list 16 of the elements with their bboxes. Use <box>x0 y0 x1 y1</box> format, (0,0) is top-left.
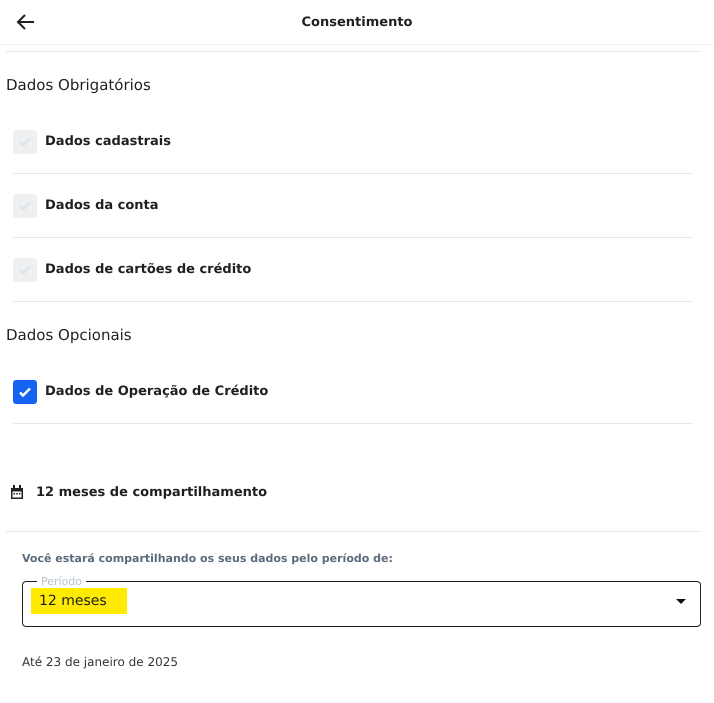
section-title: Dados Opcionais <box>6 326 133 346</box>
calendar-icon <box>10 485 24 500</box>
period-select[interactable]: Período 12 meses <box>22 575 701 627</box>
checkbox-label: Dados da conta <box>45 198 159 213</box>
period-prompt: Você estará compartilhando os seus dados pelo período de: <box>22 552 394 565</box>
checkbox-label: Dados cadastrais <box>45 134 171 149</box>
checkbox-label: Dados de Operação de Crédito <box>45 384 268 399</box>
selected-value: 12 meses <box>31 588 127 614</box>
page-title: Consentimento <box>302 14 412 30</box>
back-button[interactable] <box>16 12 36 32</box>
checkbox[interactable] <box>13 380 37 404</box>
caret-icon <box>676 598 686 604</box>
period-summary: 12 meses de compartilhamento <box>36 485 268 500</box>
section-title: Dados Obrigatórios <box>6 76 152 96</box>
checkbox-label: Dados de cartões de crédito <box>45 262 252 277</box>
end-date: Até 23 de janeiro de 2025 <box>22 655 179 669</box>
